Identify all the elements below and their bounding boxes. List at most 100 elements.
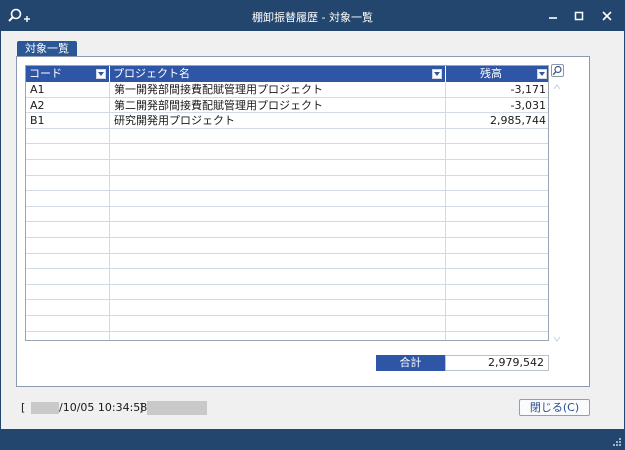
cell-code [26,128,110,144]
maximize-icon [574,11,584,21]
maximize-button[interactable] [568,6,590,26]
table-row[interactable] [26,269,548,285]
cell-balance [446,254,548,269]
chevron-down-icon[interactable] [96,69,106,79]
column-header-code[interactable]: コード [26,66,110,82]
cell-code [26,159,110,175]
minimize-button[interactable] [542,6,564,26]
scroll-down-icon[interactable] [553,333,561,342]
redacted-user [147,401,207,415]
cell-balance [446,207,548,222]
cell-project-name [110,284,446,300]
table-row[interactable] [26,206,548,223]
cell-project-name [110,144,446,160]
cell-balance [446,238,548,253]
application-window: 棚卸振替履歴 - 対象一覧 対象一覧 コード プロジェクト名 残高 A1 第一開… [0,0,625,450]
cell-balance [446,176,548,191]
status-close-bracket: ] [139,401,144,414]
table-row[interactable] [26,237,548,254]
cell-code [26,175,110,191]
redacted-year [31,402,59,414]
cell-balance [446,269,548,284]
total-label: 合計 [376,355,445,371]
cell-project-name [110,175,446,191]
cell-project-name [110,331,446,340]
cell-code [26,300,110,316]
table-row[interactable] [26,144,548,160]
table-row[interactable] [26,253,548,270]
cell-balance [446,222,548,237]
cell-code [26,284,110,300]
cell-code [26,222,110,238]
status-datetime: /10/05 10:34:58 [59,401,148,414]
cell-project-name [110,315,446,331]
close-button[interactable]: 閉じる(C) [519,399,590,416]
table-row[interactable]: A1 第一開発部間接費配賦管理用プロジェクト -3,171 [26,82,548,98]
minimize-icon [549,17,557,19]
column-header-project-name[interactable]: プロジェクト名 [110,66,446,82]
chevron-down-icon[interactable] [432,69,442,79]
cell-code [26,144,110,160]
cell-balance [446,144,548,159]
resize-grip-icon[interactable] [612,437,622,447]
table-row[interactable] [26,284,548,301]
target-list-panel: コード プロジェクト名 残高 A1 第一開発部間接費配賦管理用プロジェクト -3,1… [16,56,590,387]
cell-balance [446,129,548,144]
cell-code [26,206,110,222]
table-row[interactable]: A2 第二開発部間接費配賦管理用プロジェクト -3,031 [26,97,548,114]
cell-balance [446,332,548,341]
column-header-label: プロジェクト名 [113,67,190,80]
table-row[interactable]: B1 研究開発用プロジェクト 2,985,744 [26,113,548,129]
cell-project-name [110,269,446,285]
table-row[interactable] [26,300,548,316]
cell-code [26,331,110,340]
window-title: 棚卸振替履歴 - 対象一覧 [252,11,373,24]
cell-code: B1 [26,113,110,129]
grid-header: コード プロジェクト名 残高 [26,66,548,82]
cell-balance [446,285,548,300]
cell-code [26,253,110,269]
cell-code: A2 [26,97,110,113]
table-row[interactable] [26,159,548,176]
cell-project-name: 研究開発用プロジェクト [110,113,446,129]
cell-code: A1 [26,82,110,97]
table-row[interactable] [26,222,548,238]
cell-project-name: 第二開発部間接費配賦管理用プロジェクト [110,97,446,113]
grid-body: A1 第一開発部間接費配賦管理用プロジェクト -3,171 A2 第二開発部間接費配賦管… [26,82,548,341]
table-row[interactable] [26,191,548,207]
cell-balance: -3,171 [510,83,546,96]
table-row[interactable] [26,315,548,332]
cell-balance: 2,985,744 [490,114,546,128]
cell-balance [446,191,548,206]
vertical-scrollbar[interactable] [551,79,563,343]
cell-code [26,191,110,207]
tab-target-list[interactable]: 対象一覧 [17,41,77,57]
project-grid: コード プロジェクト名 残高 A1 第一開発部間接費配賦管理用プロジェクト -3,1… [25,65,549,341]
column-header-balance[interactable]: 残高 [446,66,548,82]
cell-code [26,237,110,253]
search-icon[interactable] [551,64,564,77]
cell-balance [446,300,548,315]
scroll-up-icon[interactable] [553,81,561,90]
title-bar: 棚卸振替履歴 - 対象一覧 [1,1,624,31]
total-value: 2,979,542 [445,355,549,371]
status-open-bracket: [ [21,401,26,414]
table-row[interactable] [26,331,548,341]
cell-balance [446,160,548,175]
cell-balance: -3,031 [510,98,546,112]
table-row[interactable] [26,128,548,145]
chevron-down-icon[interactable] [537,69,547,79]
cell-project-name [110,222,446,238]
cell-project-name: 第一開発部間接費配賦管理用プロジェクト [110,82,446,97]
close-window-button[interactable] [596,6,618,26]
column-header-label: コード [29,67,62,80]
table-row[interactable] [26,175,548,192]
cell-project-name [110,253,446,269]
cell-project-name [110,128,446,144]
close-icon [602,11,612,21]
status-bar [1,429,624,449]
cell-project-name [110,300,446,316]
cell-balance [446,316,548,331]
cell-project-name [110,159,446,175]
cell-code [26,315,110,331]
